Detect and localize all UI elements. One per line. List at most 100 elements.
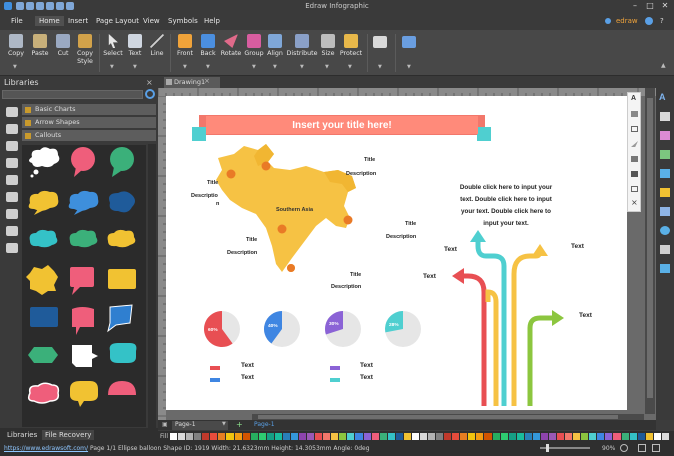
library-icon-2[interactable] xyxy=(6,124,18,134)
color-swatch[interactable] xyxy=(540,433,548,440)
size-button[interactable]: Size xyxy=(320,32,336,58)
drawing-page[interactable]: Insert your title here! Southern Asia Ti… xyxy=(166,96,627,410)
color-swatch[interactable] xyxy=(460,433,468,440)
maximize-icon[interactable]: □ xyxy=(643,1,657,13)
callout-title[interactable]: Title xyxy=(350,272,361,278)
layer-tool-icon[interactable] xyxy=(631,171,638,177)
chevron-down-icon[interactable]: ▼ xyxy=(183,64,187,70)
chevron-down-icon[interactable]: ▼ xyxy=(222,421,226,427)
text-tool-icon[interactable]: A xyxy=(631,95,636,102)
color-swatch[interactable] xyxy=(202,433,210,440)
chevron-down-icon[interactable]: ▼ xyxy=(407,64,411,70)
page-icon[interactable] xyxy=(660,207,670,216)
map-marker[interactable] xyxy=(261,161,271,171)
library-icon-8[interactable] xyxy=(6,226,18,236)
zoom-minus-icon[interactable] xyxy=(620,444,628,452)
search-icon[interactable] xyxy=(145,89,155,99)
color-swatch[interactable] xyxy=(178,433,186,440)
callout-description[interactable]: Description xyxy=(331,284,361,290)
category-basic-charts[interactable]: Basic Charts xyxy=(22,104,156,116)
color-swatches[interactable] xyxy=(170,433,670,440)
color-swatch[interactable] xyxy=(186,433,194,440)
menu-home[interactable]: Home xyxy=(35,16,64,26)
pointer-tool-icon[interactable] xyxy=(631,141,638,147)
callout-description[interactable]: Descriptio xyxy=(191,193,218,199)
zoom-slider-thumb[interactable] xyxy=(546,444,549,452)
rotate-button[interactable]: Rotate xyxy=(220,32,242,58)
chevron-down-icon[interactable]: ▼ xyxy=(378,64,382,70)
library-icon-4[interactable] xyxy=(6,158,18,168)
library-icon-5[interactable] xyxy=(6,175,18,185)
tab-page-1[interactable]: Page-1 xyxy=(254,421,275,428)
color-swatch[interactable] xyxy=(557,433,565,440)
fill-icon[interactable] xyxy=(660,112,670,121)
distribute-button[interactable]: Distribute xyxy=(286,32,318,58)
callout-shape[interactable] xyxy=(72,345,98,367)
paragraph-text[interactable]: Double click here to input your text. Do… xyxy=(446,182,566,230)
callout-description[interactable]: Description xyxy=(346,171,376,177)
color-swatch[interactable] xyxy=(210,433,218,440)
color-swatch[interactable] xyxy=(274,433,282,440)
page-nav-icon[interactable]: ▣ xyxy=(162,421,168,428)
callout-title[interactable]: Title xyxy=(246,237,257,243)
library-icon-6[interactable] xyxy=(6,192,18,202)
color-swatch[interactable] xyxy=(290,433,298,440)
minimize-icon[interactable]: – xyxy=(628,1,642,13)
color-swatch[interactable] xyxy=(500,433,508,440)
shadow-icon[interactable] xyxy=(660,169,670,178)
color-swatch[interactable] xyxy=(258,433,266,440)
fit-page-icon[interactable] xyxy=(638,444,646,452)
close-toolbar-icon[interactable]: × xyxy=(631,198,638,207)
scroll-thumb[interactable] xyxy=(647,98,653,398)
color-swatch[interactable] xyxy=(411,433,419,440)
callout-shape[interactable] xyxy=(70,381,98,407)
color-swatch[interactable] xyxy=(282,433,290,440)
color-swatch[interactable] xyxy=(218,433,226,440)
color-swatch[interactable] xyxy=(379,433,387,440)
panel-close-icon[interactable]: × xyxy=(146,78,153,87)
close-icon[interactable]: ✕ xyxy=(658,1,672,13)
library-scrollbar[interactable] xyxy=(148,144,156,444)
hyperlink-icon[interactable] xyxy=(660,226,670,235)
align-button[interactable]: Align xyxy=(266,32,284,58)
color-swatch[interactable] xyxy=(476,433,484,440)
back-button[interactable]: Back xyxy=(198,32,218,58)
color-swatch[interactable] xyxy=(492,433,500,440)
pen-tool-icon[interactable] xyxy=(631,156,638,162)
color-swatch[interactable] xyxy=(428,433,436,440)
map-marker[interactable] xyxy=(277,224,287,234)
legend-text[interactable]: Text xyxy=(360,374,373,381)
color-swatch[interactable] xyxy=(250,433,258,440)
tab-drawing1[interactable]: Drawing1 xyxy=(164,77,220,88)
help-icon[interactable]: ? xyxy=(660,17,664,25)
select-button[interactable]: Select xyxy=(102,32,124,58)
zoom-slider[interactable] xyxy=(540,444,590,452)
color-swatch[interactable] xyxy=(516,433,524,440)
full-screen-icon[interactable] xyxy=(652,444,660,452)
arrow-red[interactable] xyxy=(462,273,487,406)
color-swatch[interactable] xyxy=(242,433,250,440)
category-callouts[interactable]: Callouts xyxy=(22,130,156,142)
copy-tool-icon[interactable] xyxy=(631,186,638,192)
color-swatch[interactable] xyxy=(299,433,307,440)
library-icon-7[interactable] xyxy=(6,209,18,219)
color-swatch[interactable] xyxy=(613,433,621,440)
callout-description[interactable]: Description xyxy=(386,234,416,240)
library-search-input[interactable] xyxy=(2,90,143,99)
chevron-down-icon[interactable]: ▼ xyxy=(133,64,137,70)
color-swatch[interactable] xyxy=(653,433,661,440)
color-swatch[interactable] xyxy=(355,433,363,440)
color-swatch[interactable] xyxy=(573,433,581,440)
copy-button[interactable]: Copy xyxy=(6,32,26,58)
library-icon-1[interactable] xyxy=(6,107,18,117)
callout-shape[interactable] xyxy=(29,147,60,178)
callout-shape[interactable] xyxy=(29,229,58,248)
color-swatch[interactable] xyxy=(395,433,403,440)
cut-button[interactable]: Cut xyxy=(54,32,72,58)
color-swatch[interactable] xyxy=(484,433,492,440)
callout-shape[interactable] xyxy=(26,265,58,295)
protect-button[interactable]: Protect xyxy=(338,32,364,58)
comment-icon[interactable] xyxy=(660,264,670,273)
color-swatch[interactable] xyxy=(315,433,323,440)
fill-tool-icon[interactable] xyxy=(631,111,638,117)
